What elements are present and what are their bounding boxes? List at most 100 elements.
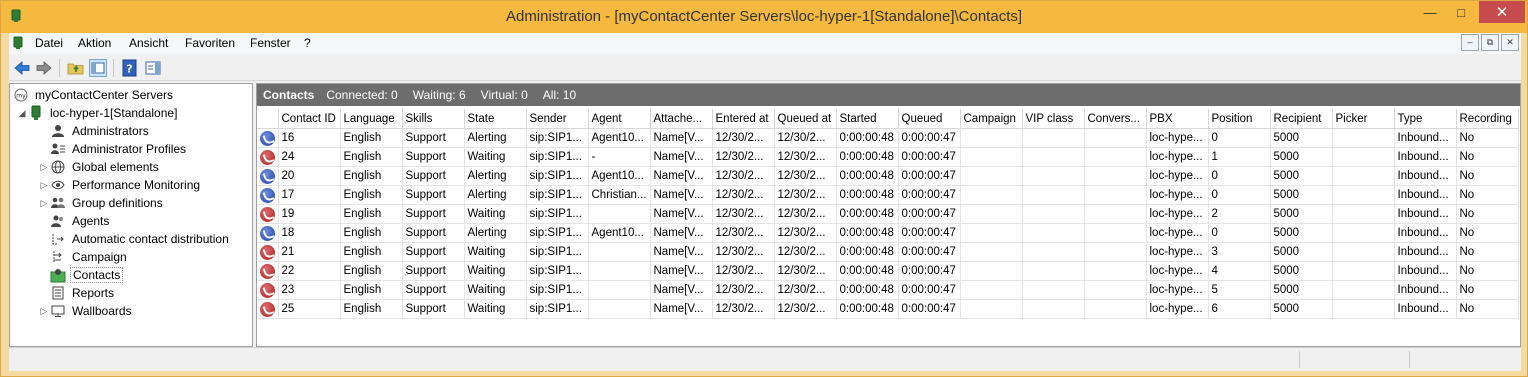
table-cell: Support — [402, 223, 465, 243]
tree-root-label: myContactCenter Servers — [35, 88, 174, 102]
table-row[interactable]: 23 English Support Waiting sip:SIP1... Name[V… — [258, 280, 1519, 300]
mdi-minimize-button[interactable]: – — [1461, 34, 1479, 51]
tree-root[interactable]: my myContactCenter Servers — [13, 86, 175, 104]
collapse-arrow-icon[interactable]: ◢ — [16, 108, 28, 119]
column-header[interactable]: Language — [340, 109, 403, 129]
menu-fenster[interactable]: Fenster — [250, 36, 291, 50]
back-arrow-icon[interactable] — [13, 59, 31, 77]
table-cell: 5000 — [1270, 147, 1333, 167]
column-header[interactable]: Queued — [898, 109, 961, 129]
column-header[interactable]: Agent — [588, 109, 651, 129]
tree-server[interactable]: ◢ loc-hyper-1[Standalone] — [16, 104, 179, 122]
table-row[interactable]: 18 English Support Alerting sip:SIP1... Agent… — [258, 223, 1519, 243]
table-cell — [1022, 166, 1085, 186]
column-header[interactable]: Entered at — [712, 109, 775, 129]
menu-help[interactable]: ? — [304, 36, 311, 50]
tree-item-group-definitions[interactable]: ▷ Group definitions — [38, 194, 165, 212]
expand-arrow-icon[interactable]: ▷ — [38, 198, 50, 209]
tree-item-administrator-profiles[interactable]: Administrator Profiles — [38, 140, 188, 158]
menu-favoriten[interactable]: Favoriten — [185, 36, 235, 50]
maximize-button[interactable]: □ — [1446, 1, 1476, 23]
column-header[interactable]: Convers... — [1084, 109, 1147, 129]
column-header[interactable]: Position — [1208, 109, 1271, 129]
table-cell: English — [340, 223, 403, 243]
menu-ansicht[interactable]: Ansicht — [129, 36, 168, 50]
table-cell: Waiting — [464, 261, 527, 281]
table-row[interactable]: 25 English Support Waiting sip:SIP1... Name[V… — [258, 299, 1519, 319]
table-cell — [1332, 261, 1395, 281]
tree-item-administrators[interactable]: Administrators — [38, 122, 151, 140]
menu-datei[interactable]: Datei — [35, 36, 63, 50]
table-cell: Support — [402, 280, 465, 300]
tree-item-reports[interactable]: Reports — [38, 284, 116, 302]
agents-icon — [50, 213, 66, 229]
title-bar[interactable]: Administration - [myContactCenter Server… — [1, 1, 1527, 33]
column-header[interactable]: Sender — [526, 109, 589, 129]
contacts-pane: Contacts Connected: 0 Waiting: 6 Virtual… — [256, 83, 1521, 347]
table-row[interactable]: 19 English Support Waiting sip:SIP1... Name[V… — [258, 204, 1519, 224]
forward-arrow-icon[interactable] — [35, 59, 53, 77]
column-header[interactable]: VIP class — [1022, 109, 1085, 129]
tree-item-performance-monitoring[interactable]: ▷ Performance Monitoring — [38, 176, 202, 194]
table-cell: 12/30/2... — [712, 147, 775, 167]
contact-type-cell — [258, 223, 279, 243]
expand-arrow-icon[interactable]: ▷ — [38, 180, 50, 191]
table-cell: 12/30/2... — [774, 242, 837, 262]
table-cell — [1084, 242, 1147, 262]
expand-arrow-icon[interactable]: ▷ — [38, 162, 50, 173]
column-header[interactable]: Type — [1394, 109, 1457, 129]
table-cell: Name[V... — [650, 185, 713, 205]
help-icon[interactable]: ? — [121, 59, 139, 77]
table-cell: loc-hype... — [1146, 128, 1209, 148]
table-cell: 0:00:00:47 — [898, 166, 961, 186]
tree-item-wallboards[interactable]: ▷ Wallboards — [38, 302, 134, 320]
table-cell — [1332, 185, 1395, 205]
application-window: Administration - [myContactCenter Server… — [0, 0, 1528, 377]
table-row[interactable]: 20 English Support Alerting sip:SIP1... Agent… — [258, 166, 1519, 186]
table-cell: 0:00:00:48 — [836, 128, 899, 148]
menu-aktion[interactable]: Aktion — [78, 36, 111, 50]
table-row[interactable]: 16 English Support Alerting sip:SIP1... Agent… — [258, 128, 1519, 148]
globe-icon — [50, 159, 66, 175]
table-cell: 12/30/2... — [712, 261, 775, 281]
expand-arrow-icon[interactable]: ▷ — [38, 306, 50, 317]
table-row[interactable]: 22 English Support Waiting sip:SIP1... Name[V… — [258, 261, 1519, 281]
tree-item-contacts[interactable]: Contacts — [38, 266, 124, 284]
table-cell: sip:SIP1... — [526, 204, 589, 224]
tree-item-automatic-contact-distribution[interactable]: Automatic contact distribution — [38, 230, 231, 248]
column-header[interactable]: Attache... — [650, 109, 713, 129]
column-header[interactable]: Contact ID — [278, 109, 341, 129]
up-folder-icon[interactable] — [67, 59, 85, 77]
column-header[interactable]: Recipient — [1270, 109, 1333, 129]
phone-waiting-icon — [260, 206, 276, 222]
table-cell: Support — [402, 261, 465, 281]
minimize-button[interactable]: — — [1415, 1, 1445, 23]
table-cell: 0 — [1208, 223, 1271, 243]
contacts-title: Contacts — [263, 88, 315, 102]
table-row[interactable]: 21 English Support Waiting sip:SIP1... Name[V… — [258, 242, 1519, 262]
table-header-row: Contact ID Language Skills State Sender Agent… — [258, 109, 1519, 129]
close-button[interactable]: ✕ — [1479, 1, 1525, 23]
column-header[interactable]: Queued at — [774, 109, 837, 129]
table-cell: loc-hype... — [1146, 223, 1209, 243]
column-header[interactable]: Recording — [1456, 109, 1519, 129]
table-row[interactable]: 24 English Support Waiting sip:SIP1... - Name[… — [258, 147, 1519, 167]
tree-item-global-elements[interactable]: ▷ Global elements — [38, 158, 161, 176]
tree-item-campaign[interactable]: Campaign — [38, 248, 129, 266]
table-cell: Inbound... — [1394, 147, 1457, 167]
column-header[interactable]: Campaign — [960, 109, 1023, 129]
show-hide-tree-icon[interactable] — [89, 59, 107, 77]
column-header[interactable]: Picker — [1332, 109, 1395, 129]
column-header[interactable]: PBX — [1146, 109, 1209, 129]
column-header[interactable]: State — [464, 109, 527, 129]
column-header[interactable]: Skills — [402, 109, 465, 129]
mdi-restore-button[interactable]: ⧉ — [1481, 34, 1499, 51]
column-header-icon[interactable] — [258, 109, 279, 129]
column-header[interactable]: Started — [836, 109, 899, 129]
table-row[interactable]: 17 English Support Alerting sip:SIP1... Chris… — [258, 185, 1519, 205]
mdi-close-button[interactable]: ✕ — [1501, 34, 1519, 51]
table-cell: 0:00:00:47 — [898, 223, 961, 243]
document-icon[interactable] — [13, 36, 23, 53]
tree-item-agents[interactable]: Agents — [38, 212, 111, 230]
action-pane-icon[interactable] — [144, 59, 162, 77]
